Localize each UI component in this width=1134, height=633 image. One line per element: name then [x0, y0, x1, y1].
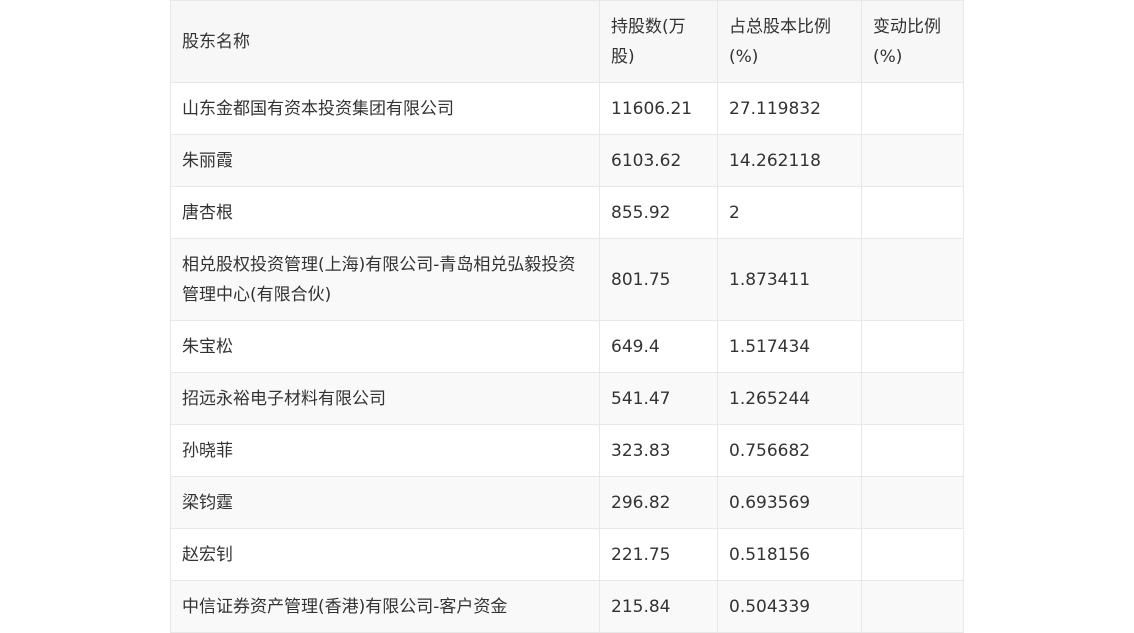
cell-shareholder-name: 孙晓菲: [170, 424, 600, 477]
cell-change-ratio: [861, 82, 964, 135]
header-change-ratio: 变动比例(%): [861, 0, 964, 83]
cell-change-ratio: [861, 528, 964, 581]
cell-change-ratio: [861, 238, 964, 321]
cell-shareholder-name: 中信证券资产管理(香港)有限公司-客户资金: [170, 580, 600, 633]
cell-shareholder-name: 赵宏钊: [170, 528, 600, 581]
table-row: 赵宏钊 221.75 0.518156: [170, 528, 964, 581]
cell-share-ratio: 0.504339: [717, 580, 862, 633]
table-row: 朱宝松 649.4 1.517434: [170, 320, 964, 373]
cell-change-ratio: [861, 134, 964, 187]
cell-change-ratio: [861, 186, 964, 239]
cell-change-ratio: [861, 320, 964, 373]
cell-share-ratio: 0.518156: [717, 528, 862, 581]
cell-change-ratio: [861, 424, 964, 477]
cell-share-ratio: 1.265244: [717, 372, 862, 425]
shareholder-table: 股东名称 持股数(万股) 占总股本比例(%) 变动比例(%) 山东金都国有资本投…: [170, 0, 964, 633]
cell-share-ratio: 0.693569: [717, 476, 862, 529]
cell-shares-held: 323.83: [599, 424, 718, 477]
cell-change-ratio: [861, 476, 964, 529]
cell-shareholder-name: 梁钧霆: [170, 476, 600, 529]
header-shares-held: 持股数(万股): [599, 0, 718, 83]
cell-shares-held: 649.4: [599, 320, 718, 373]
cell-share-ratio: 0.756682: [717, 424, 862, 477]
table-row: 朱丽霞 6103.62 14.262118: [170, 134, 964, 187]
cell-change-ratio: [861, 580, 964, 633]
cell-shares-held: 801.75: [599, 238, 718, 321]
header-share-ratio: 占总股本比例(%): [717, 0, 862, 83]
cell-share-ratio: 2: [717, 186, 862, 239]
cell-shareholder-name: 朱丽霞: [170, 134, 600, 187]
cell-share-ratio: 1.517434: [717, 320, 862, 373]
cell-shareholder-name: 相兑股权投资管理(上海)有限公司-青岛相兑弘毅投资管理中心(有限合伙): [170, 238, 600, 321]
cell-shareholder-name: 山东金都国有资本投资集团有限公司: [170, 82, 600, 135]
cell-shares-held: 11606.21: [599, 82, 718, 135]
table-row: 孙晓菲 323.83 0.756682: [170, 424, 964, 477]
cell-shareholder-name: 朱宝松: [170, 320, 600, 373]
cell-shares-held: 221.75: [599, 528, 718, 581]
cell-share-ratio: 27.119832: [717, 82, 862, 135]
table-row: 中信证券资产管理(香港)有限公司-客户资金 215.84 0.504339: [170, 580, 964, 633]
cell-shareholder-name: 唐杏根: [170, 186, 600, 239]
cell-shares-held: 6103.62: [599, 134, 718, 187]
cell-shares-held: 541.47: [599, 372, 718, 425]
header-shareholder-name: 股东名称: [170, 0, 600, 83]
cell-change-ratio: [861, 372, 964, 425]
cell-share-ratio: 1.873411: [717, 238, 862, 321]
cell-shares-held: 215.84: [599, 580, 718, 633]
table-row: 招远永裕电子材料有限公司 541.47 1.265244: [170, 372, 964, 425]
cell-shareholder-name: 招远永裕电子材料有限公司: [170, 372, 600, 425]
cell-share-ratio: 14.262118: [717, 134, 862, 187]
cell-shares-held: 855.92: [599, 186, 718, 239]
table-row: 山东金都国有资本投资集团有限公司 11606.21 27.119832: [170, 82, 964, 135]
table-row: 梁钧霆 296.82 0.693569: [170, 476, 964, 529]
shareholder-table-container: 股东名称 持股数(万股) 占总股本比例(%) 变动比例(%) 山东金都国有资本投…: [170, 0, 964, 633]
table-header-row: 股东名称 持股数(万股) 占总股本比例(%) 变动比例(%): [170, 0, 964, 83]
table-row: 唐杏根 855.92 2: [170, 186, 964, 239]
cell-shares-held: 296.82: [599, 476, 718, 529]
table-row: 相兑股权投资管理(上海)有限公司-青岛相兑弘毅投资管理中心(有限合伙) 801.…: [170, 238, 964, 321]
